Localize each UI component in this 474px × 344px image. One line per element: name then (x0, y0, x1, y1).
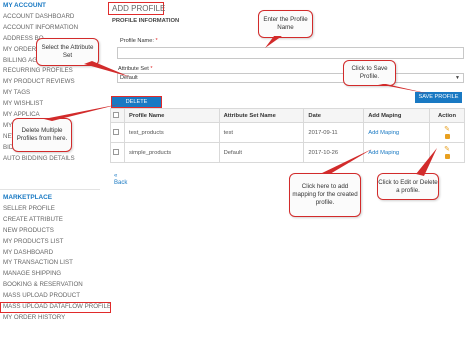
header-add-maping: Add Maping (363, 108, 431, 123)
row-select-cell (110, 122, 125, 143)
action-icons: ✎ (444, 126, 450, 139)
callout-save: Click to Save Profile. (343, 60, 396, 86)
back-label: Back (114, 180, 128, 186)
sidebar-item-mass-upload-dataflow-profile[interactable]: MASS UPLOAD DATAFLOW PROFILE (0, 302, 111, 313)
add-mapping-link[interactable]: Add Maping (368, 150, 399, 156)
trash-icon[interactable] (444, 153, 450, 159)
date-cell: 2017-09-11 (303, 122, 365, 143)
row-checkbox[interactable] (113, 149, 119, 156)
attribute-set-label: Attribute Set * (118, 66, 153, 72)
row-checkbox[interactable] (113, 129, 119, 136)
sidebar-item-new-products[interactable]: NEW PRODUCTS (0, 226, 112, 237)
header-date: Date (303, 108, 365, 123)
select-all-header (110, 108, 125, 123)
back-arrow-icon: « (114, 173, 118, 179)
sidebar-item-my-dashboard[interactable]: MY DASHBOARD (0, 248, 112, 259)
callout-edit-delete: Click to Edit or Delete a profile. (377, 173, 439, 200)
required-mark: * (150, 66, 153, 72)
table-row: test_products test 2017-09-11 Add Maping… (110, 122, 465, 143)
sidebar-item-mass-upload-product[interactable]: MASS UPLOAD PRODUCT (0, 291, 112, 302)
sidebar-item-my-wishlist[interactable]: MY WISHLIST (0, 99, 112, 110)
profile-name-label-text: Profile Name: (120, 38, 154, 44)
action-cell: ✎ (429, 142, 465, 163)
sidebar-item-account-information[interactable]: ACCOUNT INFORMATION (0, 23, 112, 34)
table-header-row: Profile Name Attribute Set Name Date Add… (110, 108, 465, 123)
add-mapping-link[interactable]: Add Maping (368, 130, 399, 136)
sidebar-heading-my-account: MY ACCOUNT (3, 2, 46, 9)
section-title: PROFILE INFORMATION (112, 18, 180, 24)
sidebar-item-create-attribute[interactable]: CREATE ATTRIBUTE (0, 215, 112, 226)
sidebar-item-my-product-reviews[interactable]: MY PRODUCT REVIEWS (0, 77, 112, 88)
save-profile-button[interactable]: SAVE PROFILE (415, 92, 462, 103)
date-cell: 2017-10-26 (303, 142, 365, 163)
delete-profiles-button[interactable]: DELETE PROFILES (111, 96, 162, 115)
attribute-set-cell: Default (218, 142, 305, 163)
profile-name-cell: test_products (123, 122, 220, 143)
action-cell: ✎ (429, 122, 465, 143)
profile-name-cell: simple_products (123, 142, 220, 163)
table-row: simple_products Default 2017-10-26 Add M… (110, 142, 465, 163)
sidebar-marketplace-list: SELLER PROFILE CREATE ATTRIBUTE NEW PROD… (0, 204, 112, 324)
sidebar-heading-marketplace: MARKETPLACE (3, 194, 52, 201)
pencil-icon[interactable]: ✎ (444, 146, 450, 153)
required-mark: * (155, 38, 158, 44)
callout-attribute-set: Select the Attribute Set (36, 38, 99, 66)
sidebar-item-seller-profile[interactable]: SELLER PROFILE (0, 204, 112, 215)
row-select-cell (110, 142, 125, 163)
back-link[interactable]: « Back (114, 173, 127, 187)
attribute-set-value: Default (120, 75, 138, 81)
attribute-set-label-text: Attribute Set (118, 66, 149, 72)
sidebar-item-manage-shipping[interactable]: MANAGE SHIPPING (0, 269, 112, 280)
attribute-set-select[interactable]: Default ▼ (117, 73, 464, 83)
callout-delete: Delete Multiple Profiles from here. (12, 118, 72, 152)
callout-mapping: Click here to add mapping for the create… (289, 173, 361, 217)
profile-name-input[interactable] (117, 47, 464, 59)
sidebar-item-booking-reservation[interactable]: BOOKING & RESERVATION (0, 280, 112, 291)
callout-profile-name: Enter the Profile Name (258, 10, 313, 38)
sidebar-item-account-dashboard[interactable]: ACCOUNT DASHBOARD (0, 12, 112, 23)
sidebar-item-my-products-list[interactable]: MY PRODUCTS LIST (0, 237, 112, 248)
sidebar-item-my-tags[interactable]: MY TAGS (0, 88, 112, 99)
trash-icon[interactable] (444, 133, 450, 139)
profiles-table: Profile Name Attribute Set Name Date Add… (110, 108, 465, 163)
profile-name-label: Profile Name: * (120, 38, 158, 44)
header-attribute-set-name: Attribute Set Name (218, 108, 305, 123)
sidebar-divider (0, 189, 100, 190)
select-all-checkbox[interactable] (113, 112, 119, 119)
header-action: Action (429, 108, 465, 123)
add-mapping-cell: Add Maping (363, 142, 431, 163)
action-icons: ✎ (444, 146, 450, 159)
header-profile-name: Profile Name (123, 108, 220, 123)
attribute-set-cell: test (218, 122, 305, 143)
sidebar-item-my-transaction-list[interactable]: MY TRANSACTION LIST (0, 258, 112, 269)
sidebar-item-my-order-history[interactable]: MY ORDER HISTORY (0, 313, 112, 324)
pencil-icon[interactable]: ✎ (444, 126, 450, 133)
add-mapping-cell: Add Maping (363, 122, 431, 143)
page-title: ADD PROFILE (108, 2, 165, 15)
sidebar-item-auto-bidding-details[interactable]: AUTO BIDDING DETAILS (0, 154, 112, 165)
sidebar-item-recurring-profiles[interactable]: RECURRING PROFILES (0, 66, 112, 77)
chevron-down-icon: ▼ (455, 75, 460, 81)
